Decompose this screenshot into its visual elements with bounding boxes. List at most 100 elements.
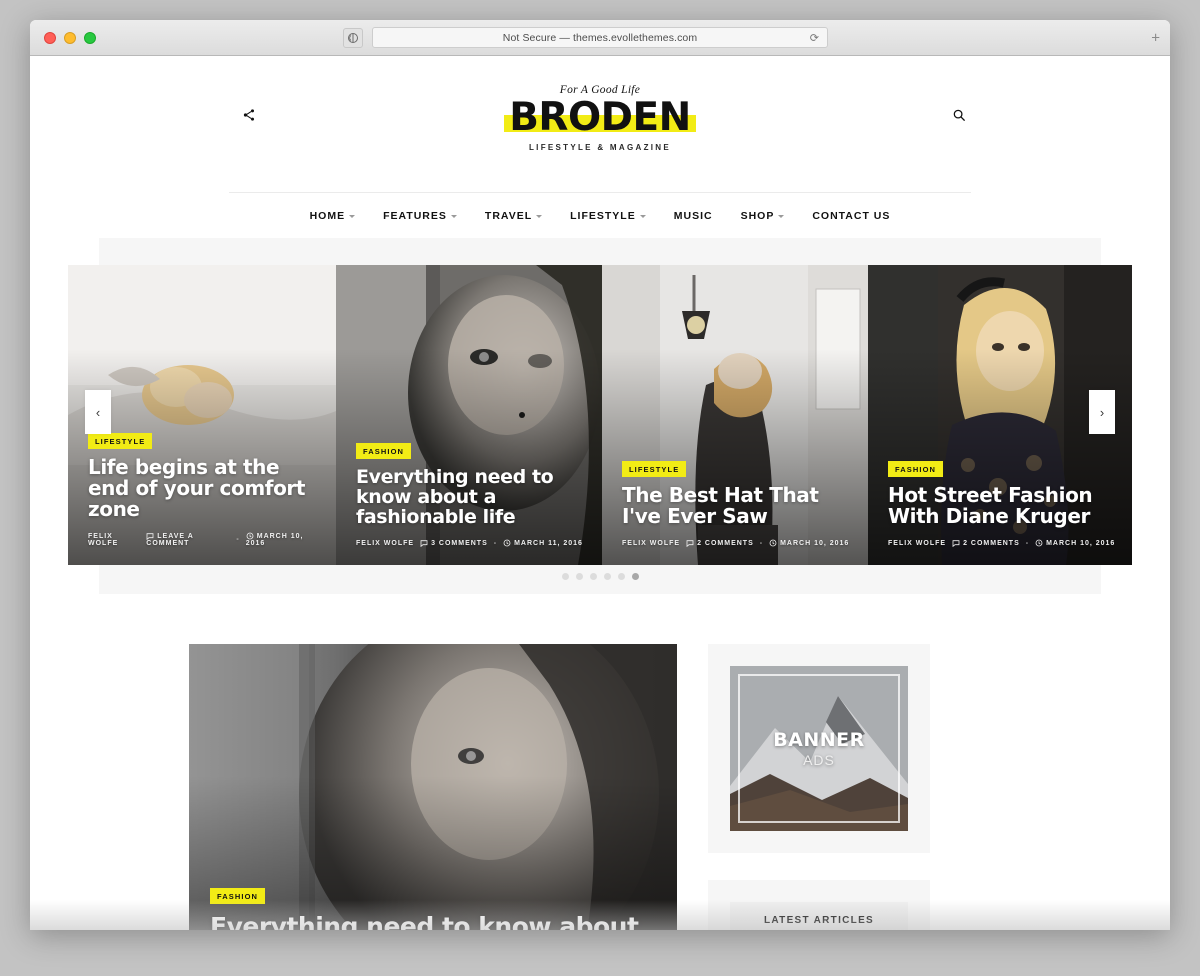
slide-title[interactable]: Everything need to know about a fashiona…: [356, 467, 584, 527]
featured-carousel: ‹ › LIFESTYLE Life begins at the end of y…: [68, 238, 1132, 594]
comment-icon: [686, 540, 694, 547]
featured-article-title[interactable]: Everything need to know about a fashiona…: [210, 912, 656, 930]
reload-icon[interactable]: ⟳: [810, 31, 819, 44]
slide-title[interactable]: The Best Hat That I've Ever Saw: [622, 485, 850, 527]
carousel-next-button[interactable]: ›: [1089, 390, 1115, 434]
slide-meta: FELIX WOLFE LEAVE A COMMENT - MARCH 10, 2…: [88, 532, 318, 548]
slide-author[interactable]: FELIX WOLFE: [88, 533, 140, 547]
slide-meta: FELIX WOLFE 2 COMMENTS - MARCH 10, 2016: [888, 539, 1118, 547]
carousel-slide[interactable]: FASHION Everything need to know about a f…: [336, 265, 602, 565]
slide-date: MARCH 10, 2016: [769, 539, 849, 547]
comment-icon: [952, 540, 960, 547]
slide-comments[interactable]: 3 COMMENTS: [420, 539, 488, 547]
shield-icon: [348, 33, 358, 43]
content-area: FASHION Everything need to know about a …: [189, 644, 1011, 930]
address-bar[interactable]: Not Secure — themes.evollethemes.com ⟳: [372, 27, 828, 48]
slide-category-badge[interactable]: FASHION: [888, 461, 944, 477]
close-window-button[interactable]: [44, 31, 56, 44]
chevron-down-icon: [349, 214, 356, 218]
slide-date: MARCH 10, 2016: [245, 532, 304, 547]
nav-item-label: MUSIC: [673, 209, 713, 222]
carousel-pagination: [99, 573, 1101, 580]
url-text: Not Secure — themes.evollethemes.com: [502, 31, 698, 44]
carousel-dot-6[interactable]: [631, 573, 639, 580]
slide-content: LIFESTYLE Life begins at the end of your …: [88, 431, 318, 547]
new-tab-button[interactable]: +: [1151, 30, 1160, 45]
slide-content: FASHION Hot Street Fashion With Diane Kru…: [888, 459, 1118, 547]
chevron-down-icon: [639, 214, 646, 218]
carousel-dot-5[interactable]: [617, 573, 625, 580]
carousel-slide[interactable]: LIFESTYLE The Best Hat That I've Ever Saw…: [602, 265, 868, 565]
clock-icon: [769, 539, 777, 547]
slide-content: FASHION Everything need to know about a f…: [356, 441, 584, 547]
latest-articles-widget: LATEST ARTICLES How To Increase Workflow…: [708, 880, 930, 930]
maximize-window-button[interactable]: [84, 31, 96, 44]
slide-date: MARCH 11, 2016: [503, 539, 583, 547]
site-header: For A Good Life BRODEN LIFESTYLE & MAGAZ…: [30, 56, 1170, 192]
slide-content: LIFESTYLE The Best Hat That I've Ever Saw…: [622, 459, 850, 547]
slide-author[interactable]: FELIX WOLFE: [356, 540, 414, 547]
nav-item-home[interactable]: HOME: [296, 210, 370, 222]
nav-item-label: LIFESTYLE: [570, 209, 636, 222]
featured-article-card[interactable]: FASHION Everything need to know about a …: [189, 644, 677, 930]
carousel-slides: LIFESTYLE Life begins at the end of your …: [68, 265, 1132, 565]
logo-name-wrap: BRODEN: [504, 98, 696, 138]
carousel-dot-1[interactable]: [561, 573, 569, 580]
slide-comments[interactable]: LEAVE A COMMENT: [146, 532, 230, 547]
featured-article-content: FASHION Everything need to know about a …: [210, 886, 656, 930]
comment-icon: [146, 533, 154, 540]
nav-item-label: TRAVEL: [484, 209, 533, 222]
slide-author[interactable]: FELIX WOLFE: [888, 540, 946, 547]
slide-category-badge[interactable]: LIFESTYLE: [622, 461, 687, 477]
slide-meta: FELIX WOLFE 2 COMMENTS - MARCH 10, 2016: [622, 539, 850, 547]
slide-category-badge[interactable]: LIFESTYLE: [88, 433, 153, 449]
browser-window: Not Secure — themes.evollethemes.com ⟳ +: [30, 20, 1170, 930]
slide-category-badge[interactable]: FASHION: [356, 443, 412, 459]
banner-ads-widget: BANNER ADS: [708, 644, 930, 853]
main-column: FASHION Everything need to know about a …: [189, 644, 677, 930]
meta-separator: -: [759, 539, 764, 547]
slide-comments[interactable]: 2 COMMENTS: [952, 539, 1020, 547]
nav-item-contact-us[interactable]: CONTACT US: [798, 210, 904, 222]
chevron-down-icon: [536, 214, 543, 218]
carousel-dot-2[interactable]: [575, 573, 583, 580]
site-logo[interactable]: For A Good Life BRODEN LIFESTYLE & MAGAZ…: [30, 84, 1170, 152]
carousel-prev-button[interactable]: ‹: [85, 390, 111, 434]
nav-item-lifestyle[interactable]: LIFESTYLE: [556, 210, 660, 222]
minimize-window-button[interactable]: [64, 31, 76, 44]
banner-ad[interactable]: BANNER ADS: [730, 666, 908, 831]
nav-item-label: FEATURES: [383, 209, 447, 222]
banner-subtitle: ADS: [803, 752, 835, 768]
slide-meta: FELIX WOLFE 3 COMMENTS - MARCH 11, 2016: [356, 539, 584, 547]
featured-category-badge[interactable]: FASHION: [210, 888, 266, 904]
carousel-dot-4[interactable]: [603, 573, 611, 580]
meta-separator: -: [1025, 539, 1030, 547]
nav-item-music[interactable]: MUSIC: [660, 210, 727, 222]
nav-item-travel[interactable]: TRAVEL: [471, 210, 556, 222]
latest-articles-heading: LATEST ARTICLES: [763, 914, 875, 926]
meta-separator: -: [236, 536, 240, 543]
clock-icon: [246, 532, 254, 540]
clock-icon: [503, 539, 511, 547]
slide-title[interactable]: Hot Street Fashion With Diane Kruger: [888, 485, 1118, 527]
nav-item-features[interactable]: FEATURES: [369, 210, 471, 222]
carousel-dot-3[interactable]: [589, 573, 597, 580]
meta-separator: -: [493, 539, 498, 547]
slide-title[interactable]: Life begins at the end of your comfort z…: [88, 457, 318, 520]
nav-item-label: HOME: [309, 209, 346, 222]
nav-item-shop[interactable]: SHOP: [727, 210, 799, 222]
slide-comments[interactable]: 2 COMMENTS: [686, 539, 754, 547]
banner-title: BANNER: [773, 729, 865, 751]
browser-titlebar: Not Secure — themes.evollethemes.com ⟳ +: [30, 20, 1170, 56]
comment-icon: [420, 540, 428, 547]
logo-tagline-bottom: LIFESTYLE & MAGAZINE: [529, 143, 671, 152]
main-navigation: HOME FEATURES TRAVEL LIFESTYLE MUSIC SHOP CONT…: [229, 192, 971, 238]
banner-label: BANNER ADS: [730, 666, 908, 831]
page-viewport: For A Good Life BRODEN LIFESTYLE & MAGAZ…: [30, 56, 1170, 930]
site-settings-button[interactable]: [343, 28, 363, 48]
slide-author[interactable]: FELIX WOLFE: [622, 540, 680, 547]
chevron-down-icon: [778, 214, 785, 218]
nav-item-label: CONTACT US: [812, 209, 891, 222]
sidebar: BANNER ADS LATEST ARTICLES How To Increa…: [708, 644, 930, 930]
slide-date: MARCH 10, 2016: [1035, 539, 1115, 547]
